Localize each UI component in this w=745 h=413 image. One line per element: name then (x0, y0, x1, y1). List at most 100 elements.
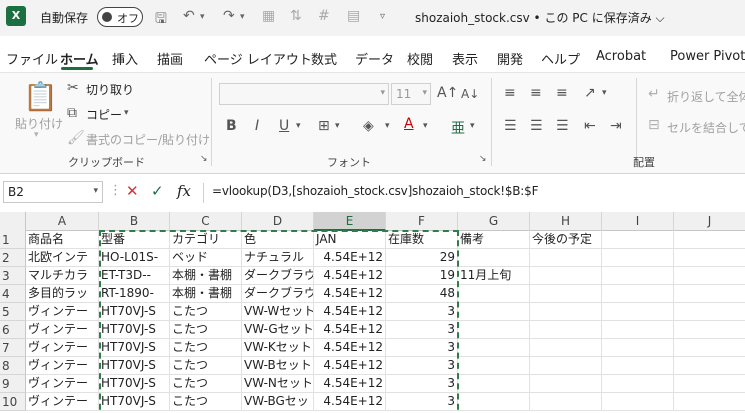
cell-g3[interactable]: 11月上旬 (458, 267, 530, 285)
column-header-g[interactable]: G (458, 212, 530, 231)
cut-button[interactable]: 切り取り (86, 81, 134, 98)
cell-a2[interactable]: 北欧インテ (26, 249, 99, 267)
paste-dropdown-icon[interactable]: ▾ (34, 130, 39, 140)
row-header-5[interactable]: 5 (0, 303, 26, 321)
align-center-icon[interactable]: ☰ (530, 118, 543, 134)
cell-a10[interactable]: ヴィンテー (26, 393, 99, 411)
row-header-6[interactable]: 6 (0, 321, 26, 339)
column-header-d[interactable]: D (242, 212, 314, 231)
align-middle-icon[interactable]: ≡ (530, 85, 542, 101)
undo-dropdown-icon[interactable]: ▾ (200, 12, 205, 22)
cell-g7[interactable] (458, 339, 530, 357)
row-header-7[interactable]: 7 (0, 339, 26, 357)
paste-button[interactable]: 貼り付け (15, 115, 63, 132)
cell-h6[interactable] (530, 321, 602, 339)
grow-font-icon[interactable]: A↑ (437, 85, 458, 101)
cell-f2[interactable]: 29 (386, 249, 458, 267)
tab-formulas[interactable]: 数式 (311, 49, 337, 68)
cell-g8[interactable] (458, 357, 530, 375)
cell-e1[interactable]: JAN (314, 231, 386, 249)
cell-a8[interactable]: ヴィンテー (26, 357, 99, 375)
customize-qat-icon[interactable]: ▿ (380, 11, 385, 22)
cell-h10[interactable] (530, 393, 602, 411)
cell-c8[interactable]: こたつ (170, 357, 242, 375)
cell-i2[interactable] (602, 249, 674, 267)
cell-j1[interactable] (674, 231, 745, 249)
cell-i1[interactable] (602, 231, 674, 249)
formula-input[interactable]: =vlookup(D3,[shozaioh_stock.csv]shozaioh… (212, 184, 538, 198)
column-header-b[interactable]: B (99, 212, 170, 231)
decrease-indent-icon[interactable]: ⇤ (584, 118, 596, 134)
cell-a4[interactable]: 多目的ラッ (26, 285, 99, 303)
cell-d7[interactable]: VW-Kセット (242, 339, 314, 357)
cell-c9[interactable]: こたつ (170, 375, 242, 393)
cell-h2[interactable] (530, 249, 602, 267)
row-header-4[interactable]: 4 (0, 285, 26, 303)
cell-b4[interactable]: RT-1890- (99, 285, 170, 303)
select-all-corner[interactable] (0, 212, 26, 231)
format-painter-button[interactable]: 書式のコピー/貼り付け (86, 131, 210, 148)
italic-icon[interactable]: I (255, 118, 259, 134)
row-header-3[interactable]: 3 (0, 267, 26, 285)
tab-review[interactable]: 校閲 (407, 49, 433, 68)
cell-j7[interactable] (674, 339, 745, 357)
font-name-box[interactable]: ▾ (219, 83, 389, 105)
align-left-icon[interactable]: ☰ (504, 118, 517, 134)
row-header-1[interactable]: 1 (0, 231, 26, 249)
row-header-8[interactable]: 8 (0, 357, 26, 375)
sort-icon[interactable]: ⇅ (290, 8, 302, 24)
tab-power-pivot[interactable]: Power Pivot (670, 49, 745, 64)
cancel-icon[interactable]: ✕ (126, 182, 139, 200)
underline-icon[interactable]: U (279, 118, 289, 134)
cell-b8[interactable]: HT70VJ-S (99, 357, 170, 375)
font-launcher-icon[interactable]: ↘ (479, 154, 487, 164)
cell-g1[interactable]: 備考 (458, 231, 530, 249)
cell-e2[interactable]: 4.54E+12 (314, 249, 386, 267)
column-header-a[interactable]: A (26, 212, 99, 231)
cell-a9[interactable]: ヴィンテー (26, 375, 99, 393)
undo-icon[interactable]: ↶ (183, 8, 195, 24)
cell-i3[interactable] (602, 267, 674, 285)
cell-d5[interactable]: VW-Wセット (242, 303, 314, 321)
cell-d3[interactable]: ダークブラウ (242, 267, 314, 285)
cell-i5[interactable] (602, 303, 674, 321)
number-icon[interactable]: # (318, 8, 330, 24)
tab-data[interactable]: データ (355, 49, 394, 68)
cell-g10[interactable] (458, 393, 530, 411)
tab-acrobat[interactable]: Acrobat (596, 49, 646, 64)
cell-j5[interactable] (674, 303, 745, 321)
cell-d9[interactable]: VW-Nセット (242, 375, 314, 393)
save-icon[interactable]: 🖫 (155, 8, 167, 32)
more-options-icon[interactable]: ⋮ (109, 183, 122, 198)
fill-color-icon[interactable]: ◈ (363, 118, 374, 134)
cell-f1[interactable]: 在庫数 (386, 231, 458, 249)
cell-g6[interactable] (458, 321, 530, 339)
cell-a5[interactable]: ヴィンテー (26, 303, 99, 321)
tab-insert[interactable]: 挿入 (112, 49, 138, 68)
bold-icon[interactable]: B (226, 118, 237, 134)
cell-g5[interactable] (458, 303, 530, 321)
cell-f5[interactable]: 3 (386, 303, 458, 321)
border-dropdown-icon[interactable]: ▾ (335, 121, 340, 131)
font-size-box[interactable]: 11 ▾ (391, 83, 431, 105)
column-header-h[interactable]: H (530, 212, 602, 231)
copy-dropdown-icon[interactable]: ▾ (124, 108, 129, 118)
format-painter-icon[interactable]: 🖌 (67, 130, 85, 146)
phonetic-icon[interactable]: 亜 (451, 118, 465, 138)
font-color-dropdown-icon[interactable]: ▾ (423, 121, 428, 131)
chart-icon[interactable]: ▤ (347, 8, 360, 24)
tab-file[interactable]: ファイル (6, 49, 58, 68)
cell-e6[interactable]: 4.54E+12 (314, 321, 386, 339)
enter-icon[interactable]: ✓ (151, 182, 164, 200)
row-header-10[interactable]: 10 (0, 393, 26, 411)
cell-b6[interactable]: HT70VJ-S (99, 321, 170, 339)
cell-f10[interactable]: 3 (386, 393, 458, 411)
autosave-toggle[interactable]: オフ (97, 7, 143, 27)
align-top-icon[interactable]: ≡ (504, 85, 516, 101)
shrink-font-icon[interactable]: A↓ (461, 87, 479, 101)
cell-a6[interactable]: ヴィンテー (26, 321, 99, 339)
cell-c3[interactable]: 本棚・書棚 (170, 267, 242, 285)
insert-function-icon[interactable]: fx (177, 182, 191, 200)
tab-developer[interactable]: 開発 (497, 49, 523, 68)
column-header-j[interactable]: J (674, 212, 745, 231)
